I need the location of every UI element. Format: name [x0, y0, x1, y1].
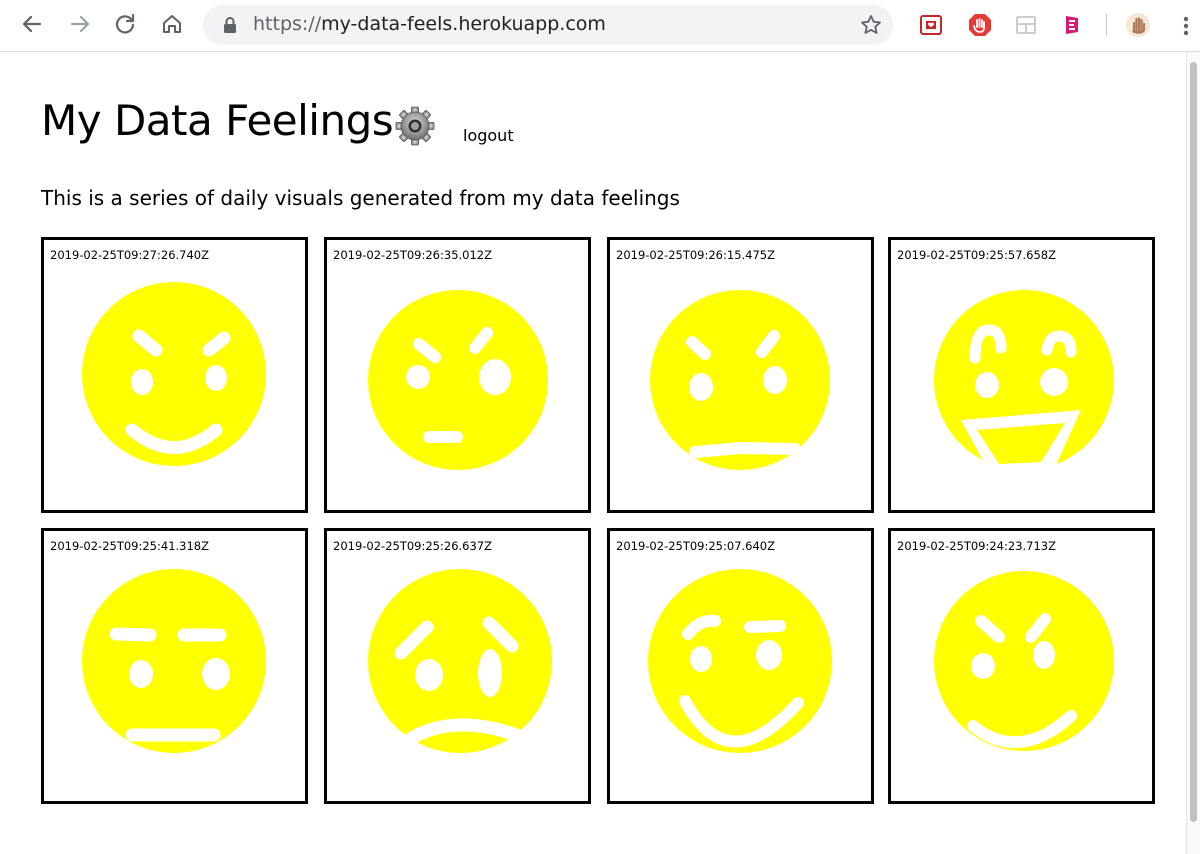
- visual-card: 2019-02-25T09:25:26.637Z: [324, 528, 591, 804]
- smiley-face-image: [368, 569, 552, 753]
- gear-icon: [395, 106, 435, 146]
- stop-hand-icon[interactable]: [967, 12, 993, 38]
- visual-card: 2019-02-25T09:25:07.640Z: [607, 528, 874, 804]
- visual-card: 2019-02-25T09:24:23.713Z: [888, 528, 1155, 804]
- visual-card: 2019-02-25T09:26:35.012Z: [324, 237, 591, 513]
- smiley-face-image: [82, 569, 266, 753]
- address-bar[interactable]: https://my-data-feels.herokuapp.com: [203, 5, 893, 45]
- scrollbar-thumb[interactable]: [1190, 62, 1197, 822]
- smiley-face-image: [934, 571, 1114, 751]
- home-icon[interactable]: [158, 10, 186, 38]
- back-icon[interactable]: [18, 10, 46, 38]
- visual-card: 2019-02-25T09:25:41.318Z: [41, 528, 308, 804]
- visual-card: 2019-02-25T09:25:57.658Z: [888, 237, 1155, 513]
- toolbar-divider: [1106, 14, 1107, 36]
- smiley-face-image: [648, 569, 832, 753]
- browser-toolbar: https://my-data-feels.herokuapp.com: [0, 0, 1200, 52]
- menu-icon[interactable]: [1176, 13, 1196, 39]
- visual-card: 2019-02-25T09:26:15.475Z: [607, 237, 874, 513]
- layout-icon[interactable]: [1013, 12, 1039, 38]
- smiley-face-image: [368, 290, 548, 470]
- smiley-face-image: [934, 290, 1114, 476]
- lock-icon: [224, 17, 236, 33]
- reload-icon[interactable]: [111, 10, 139, 38]
- forward-icon[interactable]: [66, 10, 94, 38]
- visual-card: 2019-02-25T09:27:26.740Z: [41, 237, 308, 513]
- extension-icon[interactable]: [918, 12, 944, 38]
- smiley-face-image: [82, 282, 266, 466]
- logout-link[interactable]: logout: [463, 126, 514, 145]
- smiley-face-image: [650, 290, 830, 470]
- page-title: My Data Feelings: [41, 96, 394, 145]
- scrollbar[interactable]: [1186, 52, 1200, 854]
- url-text: https://my-data-feels.herokuapp.com: [253, 13, 606, 35]
- star-icon[interactable]: [859, 13, 883, 37]
- profile-avatar-icon[interactable]: [1125, 12, 1151, 38]
- page-subtitle: This is a series of daily visuals genera…: [41, 186, 680, 210]
- extension-e-icon[interactable]: [1059, 12, 1085, 38]
